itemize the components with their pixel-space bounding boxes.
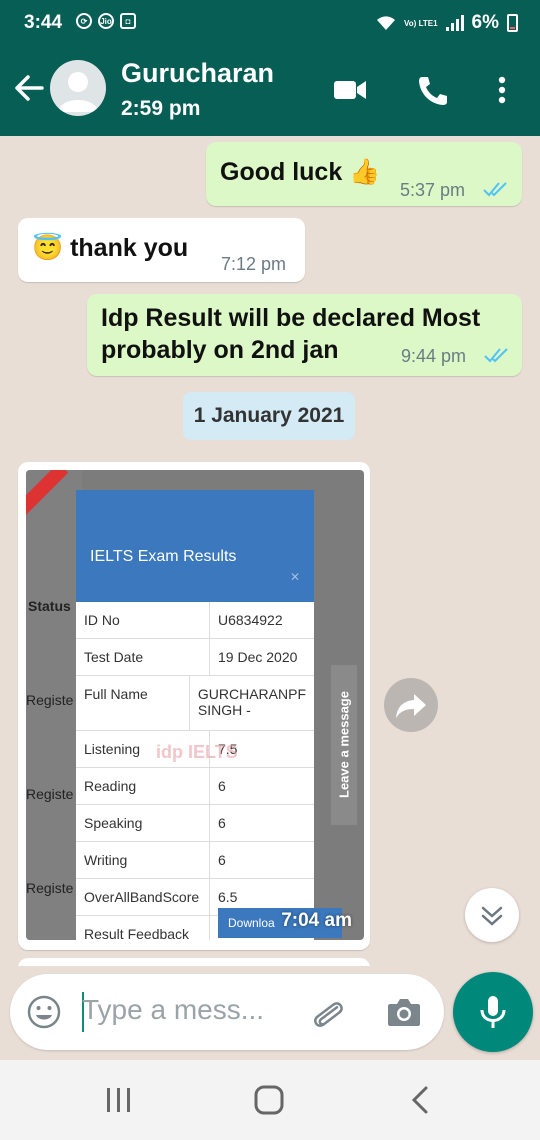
voice-call-icon[interactable] bbox=[412, 72, 452, 108]
message-input-bar[interactable]: Type a mess... bbox=[10, 974, 444, 1050]
message-time: 9:44 pm bbox=[401, 346, 467, 366]
message-bubble-outgoing[interactable]: Good luck 👍 5:37 pm bbox=[206, 142, 522, 206]
forward-icon bbox=[396, 694, 426, 718]
sync-icon: ⟳ bbox=[76, 13, 92, 29]
screenshot-status-header: Status bbox=[28, 598, 71, 614]
message-text: Good luck 👍 bbox=[220, 158, 381, 186]
result-value: 6 bbox=[218, 852, 226, 868]
next-image-message-partial[interactable] bbox=[18, 958, 370, 966]
system-navigation-bar bbox=[0, 1060, 540, 1140]
status-right-group: Vo) LTE1 6% bbox=[376, 12, 518, 34]
volte-label: Vo) LTE1 bbox=[404, 18, 438, 28]
result-row: ID No U6834922 bbox=[76, 602, 314, 639]
back-arrow-icon[interactable] bbox=[12, 70, 44, 106]
result-value: 6 bbox=[218, 778, 226, 794]
contact-name[interactable]: Gurucharan bbox=[121, 58, 274, 89]
result-value: U6834922 bbox=[218, 612, 283, 628]
message-input[interactable]: Type a mess... bbox=[82, 994, 264, 1026]
status-time: 3:44 bbox=[24, 12, 63, 33]
status-notification-icons: ⟳ Jio ◘ bbox=[76, 13, 136, 29]
read-ticks-icon bbox=[484, 348, 508, 363]
message-text-line-2: probably on 2nd jan bbox=[101, 336, 339, 364]
read-ticks-icon bbox=[483, 182, 507, 197]
screenshot-bg-row: Registe bbox=[26, 880, 74, 896]
result-key: ID No bbox=[76, 602, 210, 638]
result-row: Writing 6 bbox=[76, 842, 314, 879]
date-divider: 1 January 2021 bbox=[183, 392, 355, 440]
signal-icon bbox=[445, 15, 464, 31]
result-key: Full Name bbox=[76, 676, 190, 730]
contact-avatar[interactable] bbox=[50, 60, 106, 116]
home-icon[interactable] bbox=[253, 1084, 285, 1116]
battery-icon bbox=[507, 14, 518, 32]
message-text: 😇 thank you bbox=[32, 234, 189, 262]
app-notification-icon: ◘ bbox=[120, 13, 136, 29]
leave-message-tab: Leave a message bbox=[331, 665, 357, 825]
message-time: 5:37 pm bbox=[400, 180, 466, 200]
ielts-results-dialog: IELTS Exam Results ✕ ID No U6834922 Test … bbox=[76, 490, 314, 940]
wifi-icon bbox=[377, 16, 396, 30]
result-key: Writing bbox=[76, 842, 210, 878]
result-row: Reading 6 bbox=[76, 768, 314, 805]
image-thumbnail[interactable]: Status Registe Registe Registe IELTS Exa… bbox=[26, 470, 364, 940]
double-chevron-down-icon bbox=[481, 906, 503, 926]
message-bubble-incoming[interactable]: 😇 thank you 7:12 pm bbox=[18, 218, 305, 282]
result-value: GURCHARANPF SINGH - bbox=[197, 686, 306, 718]
microphone-icon bbox=[480, 996, 506, 1028]
result-value: 19 Dec 2020 bbox=[218, 649, 298, 665]
result-key: OverAllBandScore bbox=[76, 879, 210, 915]
attach-icon[interactable] bbox=[308, 994, 348, 1034]
dialog-title: IELTS Exam Results bbox=[90, 548, 237, 565]
forward-button[interactable] bbox=[384, 678, 438, 732]
result-key: Speaking bbox=[76, 805, 210, 841]
result-key: Reading bbox=[76, 768, 210, 804]
result-row: Full Name GURCHARANPF SINGH - bbox=[76, 676, 314, 731]
message-time: 7:04 am bbox=[281, 910, 352, 931]
message-text-line-1: Idp Result will be declared Most bbox=[101, 304, 481, 332]
video-call-icon[interactable] bbox=[330, 72, 370, 108]
idp-watermark: idp IELTS bbox=[156, 742, 238, 762]
scroll-to-bottom-button[interactable] bbox=[465, 888, 519, 942]
recent-apps-icon[interactable] bbox=[104, 1086, 134, 1114]
screenshot-bg-row: Registe bbox=[26, 786, 74, 802]
result-key: Test Date bbox=[76, 639, 210, 675]
battery-percent: 6% bbox=[471, 12, 499, 33]
dialog-close-icon: ✕ bbox=[289, 570, 300, 584]
menu-more-icon[interactable] bbox=[482, 72, 522, 108]
screenshot-bg-row: Registe bbox=[26, 692, 74, 708]
status-bar: 3:44 ⟳ Jio ◘ Vo) LTE1 6% bbox=[0, 0, 540, 44]
result-row: Test Date 19 Dec 2020 bbox=[76, 639, 314, 676]
result-row: Speaking 6 bbox=[76, 805, 314, 842]
last-seen: 2:59 pm bbox=[121, 97, 201, 120]
emoji-icon[interactable] bbox=[26, 994, 62, 1030]
message-time: 7:12 pm bbox=[221, 254, 287, 274]
result-value: 6 bbox=[218, 815, 226, 831]
image-message-bubble[interactable]: Status Registe Registe Registe IELTS Exa… bbox=[18, 462, 370, 950]
message-bubble-outgoing[interactable]: Idp Result will be declared Most probabl… bbox=[87, 294, 522, 376]
result-key: Result Feedback bbox=[76, 916, 210, 940]
camera-icon[interactable] bbox=[384, 994, 424, 1030]
default-avatar-icon bbox=[58, 72, 98, 112]
dialog-header: IELTS Exam Results ✕ bbox=[76, 490, 314, 602]
back-nav-icon[interactable] bbox=[406, 1084, 434, 1116]
chat-header: Gurucharan 2:59 pm bbox=[0, 44, 540, 136]
jio-icon: Jio bbox=[98, 13, 114, 29]
chat-area[interactable]: Good luck 👍 5:37 pm 😇 thank you 7:12 pm … bbox=[0, 136, 540, 966]
voice-record-button[interactable] bbox=[453, 972, 533, 1052]
